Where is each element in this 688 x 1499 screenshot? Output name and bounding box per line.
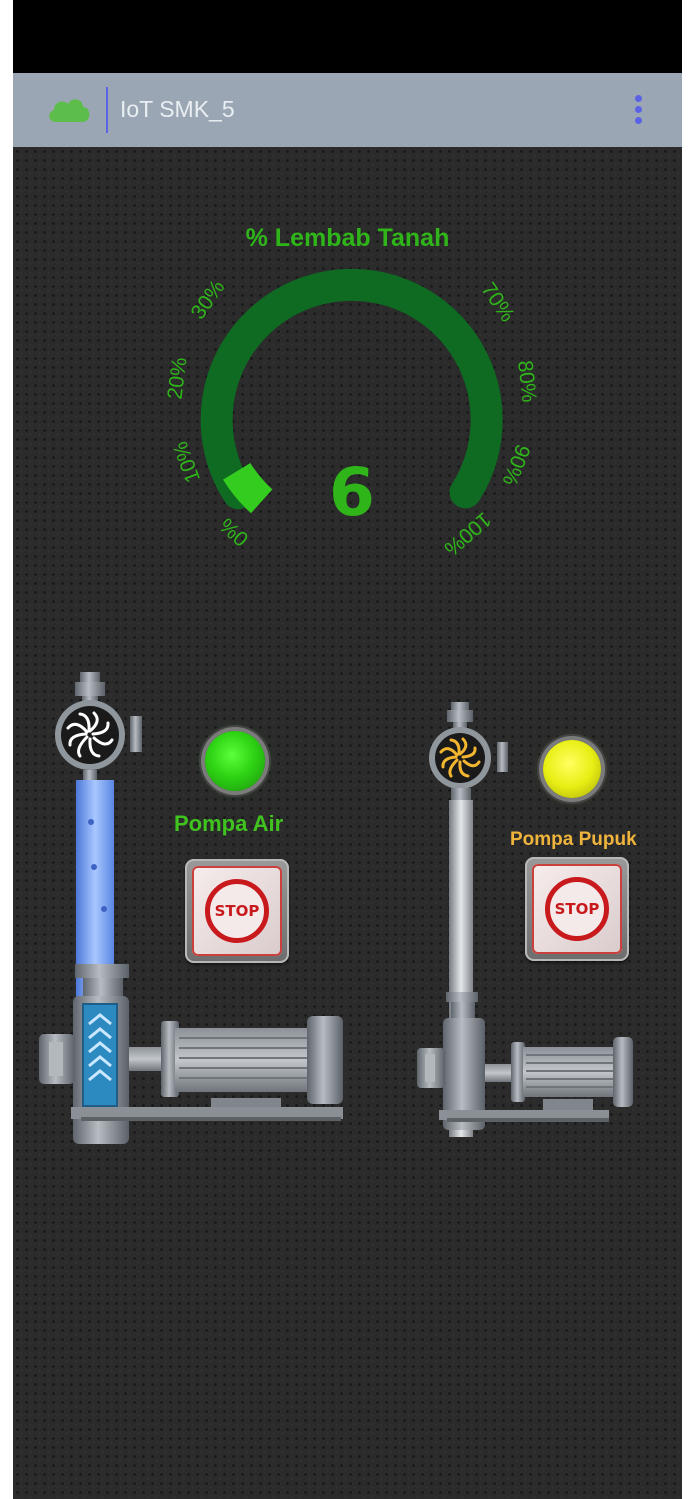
title-divider — [106, 87, 108, 133]
gauge-tick-label: 20% — [163, 356, 191, 401]
gauge-tick-label: 90% — [498, 441, 535, 489]
app-title: IoT SMK_5 — [120, 96, 235, 122]
water-pump-icon — [39, 672, 343, 1144]
gauge-tick-label: 100% — [440, 508, 496, 561]
soil-moisture-gauge: 0%10%20%30%40%50%60%70%80%90%100% 6 — [163, 268, 541, 561]
cloud-icon — [49, 99, 90, 122]
pompa-air-indicator-lamp — [205, 731, 265, 791]
gauge-tick-label: 30% — [187, 276, 230, 324]
phone-screen: IoT SMK_5 % Lembab Tanah 0%10%20%30%40%5… — [13, 0, 682, 1499]
stop-button-label: STOP — [545, 877, 609, 941]
pompa-air-label: Pompa Air — [174, 811, 284, 836]
gauge-tick-label: 70% — [476, 279, 519, 327]
gauge-value: 6 — [329, 454, 375, 531]
app-bar: IoT SMK_5 — [13, 73, 682, 147]
gauge-fill — [223, 462, 273, 514]
pompa-air-stop-button[interactable]: STOP — [185, 859, 289, 963]
stop-button-label: STOP — [205, 879, 269, 943]
gauge-tick-label: 80% — [513, 359, 541, 403]
pompa-pupuk-stop-button[interactable]: STOP — [525, 857, 629, 961]
gauge-tick-label: 10% — [169, 438, 205, 485]
pompa-pupuk-label: Pompa Pupuk — [510, 829, 637, 850]
gauge-tick-label: 0% — [215, 513, 253, 550]
more-vert-icon[interactable] — [628, 93, 648, 129]
status-bar — [13, 0, 682, 73]
dashboard-canvas: % Lembab Tanah 0%10%20%30%40%50%60%70%80… — [13, 147, 682, 1499]
pompa-pupuk-indicator-lamp — [543, 740, 601, 798]
gauge-title: % Lembab Tanah — [245, 224, 450, 252]
